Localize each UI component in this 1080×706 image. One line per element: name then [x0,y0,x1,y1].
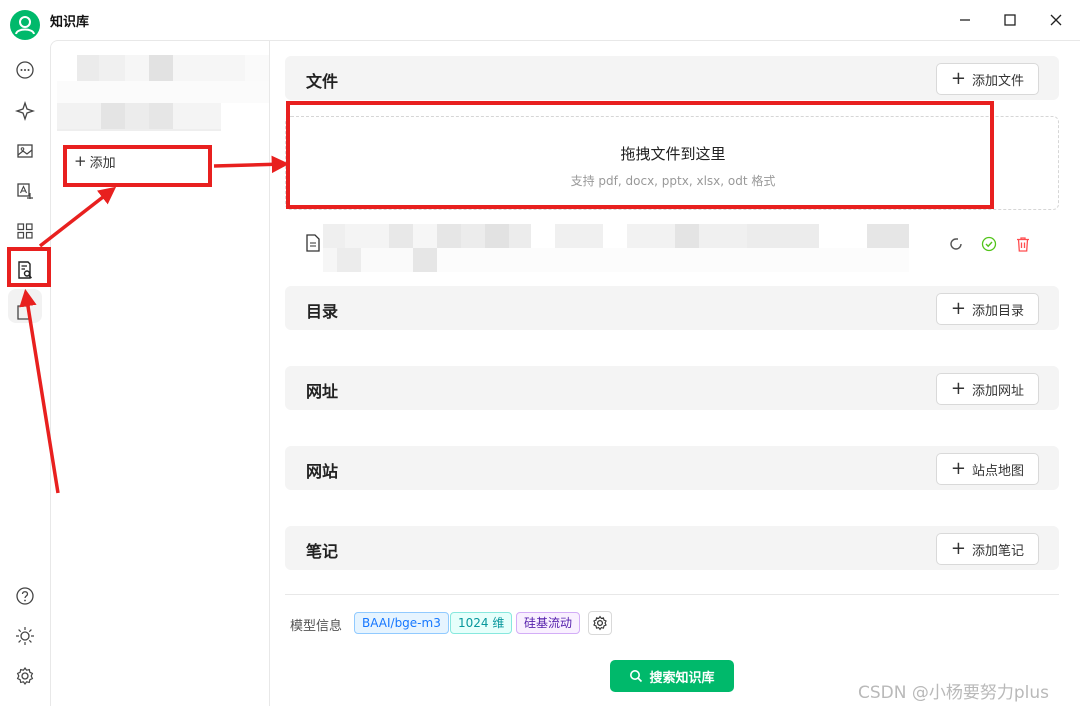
sitemap-button[interactable]: + 站点地图 [935,453,1039,485]
delete-icon[interactable] [1014,235,1032,253]
add-file-label: 添加文件 [971,73,1024,89]
close-icon [1050,14,1062,26]
search-icon [630,670,643,683]
add-knowledge-label: 添加 [89,156,116,171]
user-avatar[interactable] [10,10,40,40]
plus-icon: + [950,68,966,89]
translate-icon[interactable] [13,179,37,203]
knowledge-list-panel [50,40,270,706]
provider-tag: 硅基流动 [516,612,581,634]
sitemap-label: 站点地图 [971,463,1024,479]
icon-rail [0,40,50,706]
app-window: 知识库 + 添加 文件 + 添加文件 拖拽文件到这里 支持 pdf, docx,… [0,0,1080,706]
section-notes: 笔记 + 添加笔记 [285,526,1059,570]
add-directory-button[interactable]: + 添加目录 [935,293,1039,325]
settings-icon[interactable] [13,664,37,688]
section-websites: 网站 + 站点地图 [285,446,1059,490]
divider [285,594,1059,595]
dropzone-title: 拖拽文件到这里 [620,145,726,163]
add-file-button[interactable]: + 添加文件 [935,63,1039,95]
model-settings-button[interactable] [588,611,612,635]
help-icon[interactable] [13,584,37,608]
section-files-title: 文件 [306,72,339,91]
section-directories: 目录 + 添加目录 [285,286,1059,330]
minimize-button[interactable] [953,8,977,32]
section-websites-title: 网站 [306,462,339,481]
add-url-label: 添加网址 [971,383,1024,399]
image-icon[interactable] [13,139,37,163]
model-info-label: 模型信息 [290,619,343,634]
refresh-icon[interactable] [947,235,965,253]
search-knowledge-button[interactable]: 搜索知识库 [610,660,734,692]
section-urls: 网址 + 添加网址 [285,366,1059,410]
user-icon [15,16,35,35]
section-notes-title: 笔记 [306,542,339,561]
section-urls-title: 网址 [306,382,339,401]
apps-grid-icon[interactable] [13,219,37,243]
dropzone-subtitle: 支持 pdf, docx, pptx, xlsx, odt 格式 [570,174,776,188]
add-note-button[interactable]: + 添加笔记 [935,533,1039,565]
gear-icon [593,615,607,631]
add-directory-label: 添加目录 [971,303,1024,319]
plus-icon: + [74,152,87,170]
knowledge-base-icon[interactable] [13,258,37,282]
add-knowledge-button[interactable]: + 添加 [74,152,116,172]
sparkle-icon[interactable] [13,99,37,123]
dimensions-tag: 1024 维 [450,612,513,634]
section-directories-title: 目录 [306,302,339,321]
minimize-icon [960,19,970,21]
model-name-tag: BAAI/bge-m3 [354,612,449,634]
theme-sun-icon[interactable] [13,624,37,648]
plus-icon: + [950,538,966,559]
file-list-item [285,220,1059,272]
add-note-label: 添加笔记 [971,543,1024,559]
plus-icon: + [950,378,966,399]
search-knowledge-label: 搜索知识库 [649,670,715,686]
maximize-icon [1004,14,1016,26]
files-icon[interactable] [13,300,37,324]
section-files: 文件 + 添加文件 [285,56,1059,100]
add-url-button[interactable]: + 添加网址 [935,373,1039,405]
plus-icon: + [950,458,966,479]
document-icon [305,234,321,252]
maximize-button[interactable] [998,8,1022,32]
window-title: 知识库 [50,15,90,30]
chat-icon[interactable] [13,58,37,82]
check-circle-icon [980,235,998,253]
file-dropzone[interactable]: 拖拽文件到这里 支持 pdf, docx, pptx, xlsx, odt 格式 [285,116,1059,210]
title-bar: 知识库 [0,0,1080,40]
plus-icon: + [950,298,966,319]
close-button[interactable] [1044,8,1068,32]
watermark: CSDN @小杨要努力plus [858,683,1050,703]
